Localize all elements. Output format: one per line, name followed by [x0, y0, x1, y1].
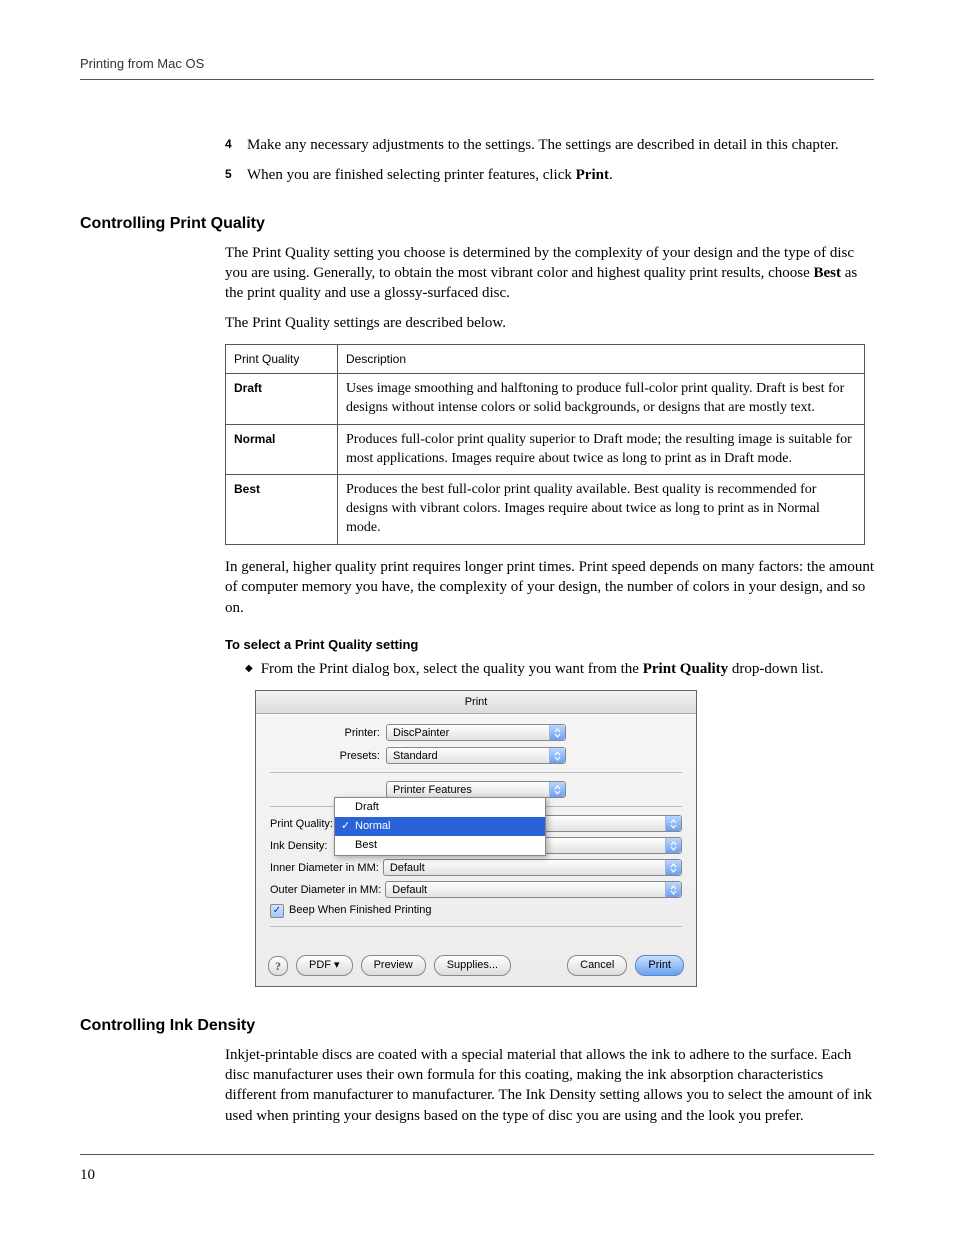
step-bold: Print [576, 167, 609, 183]
text: The Print Quality setting you choose is … [225, 245, 854, 281]
option-normal[interactable]: Normal [335, 817, 545, 836]
supplies-button[interactable]: Supplies... [434, 955, 511, 976]
select-value: Default [392, 883, 427, 898]
table-row: Normal Produces full-color print quality… [226, 424, 865, 475]
bullet-icon: ◆ [245, 663, 253, 674]
chevron-updown-icon [549, 725, 565, 740]
paragraph: Inkjet-printable discs are coated with a… [225, 1045, 874, 1126]
ink-density-label: Ink Density: [270, 839, 336, 854]
section-heading-print-quality: Controlling Print Quality [80, 213, 874, 235]
step-number: 4 [225, 136, 232, 152]
bullet-item: ◆ From the Print dialog box, select the q… [245, 659, 874, 679]
th-description: Description [338, 344, 865, 373]
cell-label: Normal [226, 424, 338, 475]
step-text: Make any necessary adjustments to the se… [247, 137, 839, 153]
presets-label: Presets: [270, 749, 386, 764]
step-text: When you are finished selecting printer … [247, 167, 576, 183]
paragraph: In general, higher quality print require… [225, 557, 874, 618]
chevron-updown-icon [665, 838, 681, 853]
option-draft[interactable]: Draft [335, 798, 545, 817]
step-list: 4 Make any necessary adjustments to the … [225, 135, 874, 186]
print-quality-table: Print Quality Description Draft Uses ima… [225, 344, 865, 545]
section-heading-ink-density: Controlling Ink Density [80, 1015, 874, 1037]
divider [270, 772, 682, 773]
printer-select[interactable]: DiscPainter [386, 724, 566, 741]
pdf-button[interactable]: PDF ▾ [296, 955, 353, 976]
cancel-button[interactable]: Cancel [567, 955, 627, 976]
beep-checkbox[interactable]: ✓ [270, 904, 284, 918]
page-number: 10 [80, 1165, 95, 1185]
table-header-row: Print Quality Description [226, 344, 865, 373]
preview-button[interactable]: Preview [361, 955, 426, 976]
cell-desc: Produces the best full-color print quali… [338, 475, 865, 545]
text: From the Print dialog box, select the qu… [261, 661, 643, 677]
text: drop-down list. [728, 661, 823, 677]
th-print-quality: Print Quality [226, 344, 338, 373]
procedure-heading: To select a Print Quality setting [225, 636, 874, 654]
cell-label: Best [226, 475, 338, 545]
pane-select[interactable]: Printer Features [386, 781, 566, 798]
select-value: Default [390, 861, 425, 876]
dialog-title: Print [256, 691, 696, 715]
beep-label: Beep When Finished Printing [289, 903, 431, 918]
table-row: Draft Uses image smoothing and halftonin… [226, 373, 865, 424]
cell-desc: Produces full-color print quality superi… [338, 424, 865, 475]
chevron-updown-icon [665, 816, 681, 831]
step-text-tail: . [609, 167, 613, 183]
bold-print-quality: Print Quality [643, 661, 728, 677]
option-best[interactable]: Best [335, 836, 545, 855]
chevron-updown-icon [549, 748, 565, 763]
paragraph: The Print Quality setting you choose is … [225, 243, 874, 304]
running-header: Printing from Mac OS [80, 55, 874, 80]
print-quality-dropdown: Draft Normal Best [334, 797, 546, 856]
divider [270, 926, 682, 927]
step-5: 5 When you are finished selecting printe… [225, 165, 874, 185]
step-number: 5 [225, 166, 232, 182]
chevron-updown-icon [665, 882, 681, 897]
help-button[interactable]: ? [268, 956, 288, 976]
select-value: Printer Features [393, 783, 472, 798]
select-value: DiscPainter [393, 726, 449, 741]
chevron-updown-icon [665, 860, 681, 875]
cell-desc: Uses image smoothing and halftoning to p… [338, 373, 865, 424]
paragraph: The Print Quality settings are described… [225, 313, 874, 333]
footer-rule [80, 1154, 874, 1155]
print-dialog: Print Printer: DiscPainter Presets: Stan… [255, 690, 697, 988]
print-button[interactable]: Print [635, 955, 684, 976]
outer-diameter-select[interactable]: Default [385, 881, 682, 898]
select-value: Standard [393, 749, 438, 764]
inner-diameter-select[interactable]: Default [383, 859, 682, 876]
inner-diameter-label: Inner Diameter in MM: [270, 861, 383, 876]
chevron-updown-icon [549, 782, 565, 797]
step-4: 4 Make any necessary adjustments to the … [225, 135, 874, 155]
table-row: Best Produces the best full-color print … [226, 475, 865, 545]
printer-label: Printer: [270, 726, 386, 741]
cell-label: Draft [226, 373, 338, 424]
bold-best: Best [814, 265, 842, 281]
print-quality-label: Print Quality: [270, 817, 342, 832]
presets-select[interactable]: Standard [386, 747, 566, 764]
outer-diameter-label: Outer Diameter in MM: [270, 883, 385, 898]
